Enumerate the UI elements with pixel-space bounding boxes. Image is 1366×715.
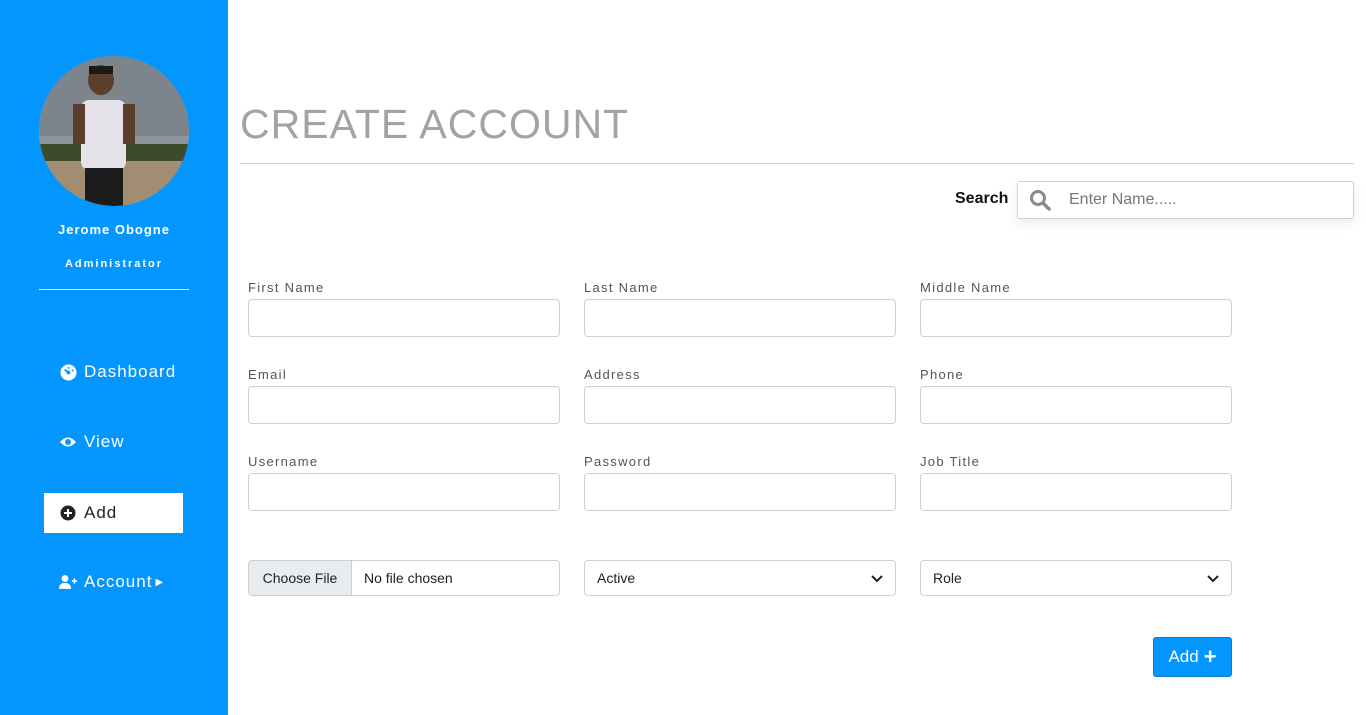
username-input[interactable] — [248, 473, 560, 511]
plus-circle-icon — [59, 504, 77, 522]
first-name-label: First Name — [248, 280, 325, 295]
eye-icon — [59, 433, 77, 451]
sidebar-item-label: Add — [84, 503, 118, 522]
role-select-value: Role — [933, 570, 962, 586]
search-icon — [1018, 189, 1062, 211]
sidebar: Jerome Obogne Administrator Dashboard Vi… — [0, 0, 228, 715]
chevron-down-icon — [1207, 570, 1219, 586]
add-button-label: Add — [1168, 647, 1199, 666]
search-input[interactable] — [1069, 191, 1339, 209]
address-input[interactable] — [584, 386, 896, 424]
sidebar-item-account[interactable]: Account ▶ — [44, 562, 183, 602]
last-name-input[interactable] — [584, 299, 896, 337]
choose-file-button[interactable]: Choose File — [249, 561, 352, 595]
user-plus-icon — [59, 573, 77, 591]
email-input[interactable] — [248, 386, 560, 424]
first-name-input[interactable] — [248, 299, 560, 337]
search-box — [1017, 181, 1354, 219]
dashboard-icon — [59, 363, 77, 381]
password-input[interactable] — [584, 473, 896, 511]
password-label: Password — [584, 454, 652, 469]
job-title-label: Job Title — [920, 454, 981, 469]
file-status: No file chosen — [364, 570, 453, 586]
address-label: Address — [584, 367, 641, 382]
user-role: Administrator — [64, 258, 164, 270]
title-divider — [240, 163, 1354, 164]
job-title-input[interactable] — [920, 473, 1232, 511]
phone-label: Phone — [920, 367, 965, 382]
caret-right-icon: ▶ — [155, 576, 165, 588]
status-select-value: Active — [597, 570, 636, 586]
sidebar-item-add[interactable]: Add — [44, 493, 183, 533]
page-title: CREATE ACCOUNT — [240, 101, 630, 147]
sidebar-item-label: Dashboard — [84, 362, 177, 381]
sidebar-item-label: Account — [84, 572, 153, 591]
user-name: Jerome Obogne — [58, 222, 170, 237]
add-button[interactable]: Add + — [1153, 637, 1232, 677]
sidebar-divider — [39, 289, 189, 290]
avatar — [39, 56, 189, 206]
main-content: CREATE ACCOUNT Search First Name Last Na… — [240, 0, 1354, 715]
search-label: Search — [955, 190, 1009, 207]
email-label: Email — [248, 367, 288, 382]
sidebar-item-view[interactable]: View — [44, 422, 183, 462]
username-label: Username — [248, 454, 319, 469]
last-name-label: Last Name — [584, 280, 659, 295]
status-select[interactable]: Active — [584, 560, 896, 596]
phone-input[interactable] — [920, 386, 1232, 424]
sidebar-item-label: View — [84, 432, 125, 451]
role-select[interactable]: Role — [920, 560, 1232, 596]
file-input[interactable]: Choose File No file chosen — [248, 560, 560, 596]
middle-name-input[interactable] — [920, 299, 1232, 337]
sidebar-item-dashboard[interactable]: Dashboard — [44, 352, 183, 392]
chevron-down-icon — [871, 570, 883, 586]
middle-name-label: Middle Name — [920, 280, 1011, 295]
plus-icon: + — [1203, 644, 1217, 669]
